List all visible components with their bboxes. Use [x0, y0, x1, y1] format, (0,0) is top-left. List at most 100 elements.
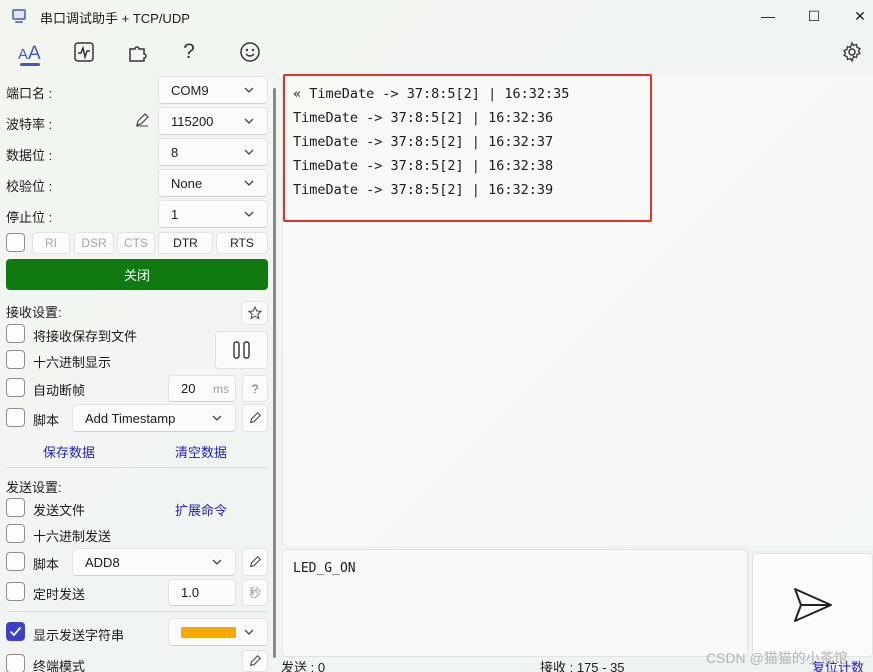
chevron-down-icon [244, 149, 254, 155]
timer-input[interactable]: 1.0 [168, 579, 236, 606]
receive-script-select[interactable]: Add Timestamp [72, 404, 236, 432]
send-button[interactable] [752, 553, 873, 657]
terminal-mode-checkbox[interactable] [6, 654, 25, 672]
gear-icon[interactable] [837, 38, 867, 66]
section-divider [6, 611, 268, 612]
send-input[interactable]: LED_G_ON [282, 549, 748, 657]
extend-command-link[interactable]: 扩展命令 [175, 500, 227, 519]
received-count: 接收 : 175 - 35 [540, 660, 625, 672]
frame-help-button[interactable]: ? [242, 375, 268, 402]
edit-pen-icon[interactable] [134, 112, 150, 128]
send-file-checkbox[interactable] [6, 498, 25, 517]
receive-output[interactable]: « TimeDate -> 37:8:5[2] | 16:32:35 TimeD… [282, 74, 873, 546]
receive-script-value: Add Timestamp [85, 410, 176, 426]
send-section-label: 发送设置: [6, 480, 62, 495]
pause-icon [232, 341, 250, 359]
signals-checkbox[interactable] [6, 233, 25, 252]
save-to-file-checkbox[interactable] [6, 324, 25, 343]
databits-label: 数据位 : [6, 148, 53, 163]
output-line: TimeDate -> 37:8:5[2] | 16:32:39 [293, 182, 554, 198]
maximize-button[interactable]: ☐ [791, 0, 837, 32]
signal-rts[interactable]: RTS [216, 232, 268, 254]
send-input-text: LED_G_ON [293, 561, 356, 576]
star-button[interactable] [241, 301, 268, 325]
send-script-edit-button[interactable] [242, 548, 268, 576]
auto-frame-label: 自动断帧 [33, 383, 86, 398]
send-file-label: 发送文件 [33, 503, 86, 518]
chevron-down-icon [244, 629, 254, 635]
parity-select[interactable]: None [158, 169, 268, 197]
receive-script-label: 脚本 [33, 413, 60, 428]
edit-pen-icon [249, 556, 261, 568]
sent-count: 发送 : 0 [281, 660, 326, 672]
baud-select[interactable]: 115200 [158, 107, 268, 135]
signal-dsr[interactable]: DSR [74, 232, 114, 254]
baud-value: 115200 [171, 113, 214, 129]
terminal-edit-button[interactable] [242, 650, 268, 672]
help-icon[interactable]: ? [174, 38, 204, 66]
clear-data-link[interactable]: 清空数据 [175, 442, 227, 461]
toolbar: AA ? [0, 32, 873, 72]
watermark: CSDN @猫猫的小茶馆 [706, 650, 848, 666]
sent-color-picker[interactable] [168, 618, 268, 646]
frame-ms-input[interactable]: 20 ms [168, 375, 236, 402]
show-sent-checkbox[interactable] [6, 622, 25, 641]
pause-button[interactable] [215, 331, 268, 369]
databits-select[interactable]: 8 [158, 138, 268, 166]
output-line: TimeDate -> 37:8:5[2] | 16:32:36 [293, 110, 554, 126]
output-line: TimeDate -> 37:8:5[2] | 16:32:38 [293, 158, 554, 174]
timed-send-checkbox[interactable] [6, 582, 25, 601]
port-label: 端口名 : [6, 86, 53, 101]
frame-ms-value: 20 [181, 381, 196, 396]
svg-text:A: A [18, 46, 28, 63]
chevron-down-icon [212, 559, 222, 565]
stopbits-select[interactable]: 1 [158, 200, 268, 228]
send-script-select[interactable]: ADD8 [72, 548, 236, 576]
stopbits-label: 停止位 : [6, 210, 53, 225]
edit-pen-icon [249, 412, 261, 424]
svg-text:A: A [28, 43, 41, 63]
terminal-mode-label: 终端模式 [33, 659, 86, 672]
scrollbar[interactable] [273, 88, 276, 658]
baud-label: 波特率 : [6, 117, 53, 132]
auto-frame-checkbox[interactable] [6, 378, 25, 397]
parity-label: 校验位 : [6, 179, 53, 194]
save-to-file-label: 将接收保存到文件 [33, 329, 138, 344]
smile-icon[interactable] [235, 38, 265, 66]
close-window-button[interactable]: ✕ [837, 0, 873, 32]
font-icon[interactable]: AA [15, 38, 45, 66]
active-tab-indicator [20, 63, 40, 66]
output-line: TimeDate -> 37:8:5[2] | 16:32:37 [293, 134, 554, 150]
save-data-link[interactable]: 保存数据 [43, 442, 95, 461]
parity-value: None [171, 175, 203, 191]
chevron-down-icon [244, 118, 254, 124]
output-line: « TimeDate -> 37:8:5[2] | 16:32:35 [293, 86, 570, 102]
hex-display-label: 十六进制显示 [33, 355, 112, 370]
receive-script-edit-button[interactable] [242, 404, 268, 432]
send-script-checkbox[interactable] [6, 552, 25, 571]
settings-panel: 端口名 : COM9 波特率 : 115200 数据位 : 8 校验位 : No… [0, 74, 275, 672]
port-select[interactable]: COM9 [158, 76, 268, 104]
close-port-button[interactable]: 关闭 [6, 259, 268, 290]
send-icon [793, 588, 832, 622]
chevron-down-icon [244, 180, 254, 186]
signal-dtr[interactable]: DTR [158, 232, 213, 254]
send-script-label: 脚本 [33, 557, 60, 572]
timed-send-label: 定时发送 [33, 587, 86, 602]
receive-script-checkbox[interactable] [6, 408, 25, 427]
signal-ri[interactable]: RI [32, 232, 70, 254]
databits-value: 8 [171, 144, 179, 160]
window-title: 串口调试助手 + TCP/UDP [40, 11, 190, 26]
section-divider [6, 467, 268, 468]
edit-pen-icon [249, 655, 261, 667]
chevron-down-icon [212, 415, 222, 421]
minimize-button[interactable]: — [745, 0, 791, 32]
hex-display-checkbox[interactable] [6, 350, 25, 369]
plugin-icon[interactable] [122, 38, 152, 66]
color-swatch [181, 626, 236, 638]
hex-send-checkbox[interactable] [6, 524, 25, 543]
waveform-icon[interactable] [69, 38, 99, 66]
chevron-down-icon [244, 87, 254, 93]
signal-cts[interactable]: CTS [117, 232, 155, 254]
receive-section-label: 接收设置: [6, 305, 62, 320]
